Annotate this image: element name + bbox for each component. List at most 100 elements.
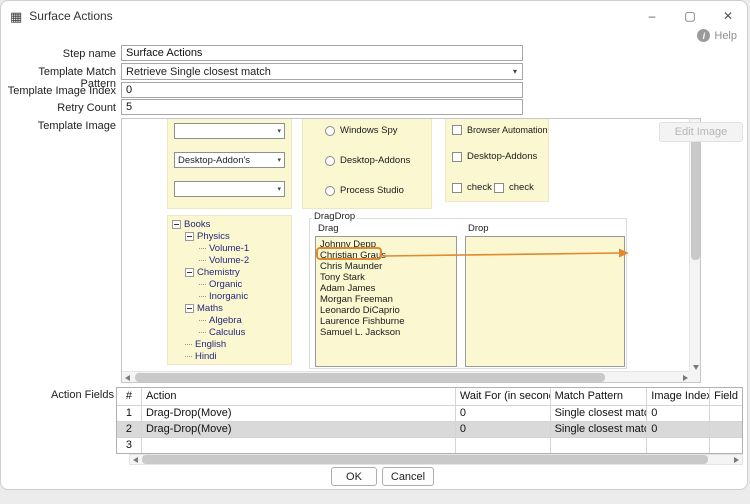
table-horizontal-scrollbar[interactable] [129,454,743,465]
template-image-preview[interactable]: ▾ Desktop-Addon's ▾ ▾ Windows Spy Deskto… [121,118,701,383]
check-browser-automation[interactable]: Browser Automation [452,125,548,135]
horizontal-scroll-thumb[interactable] [135,373,605,382]
close-icon[interactable]: ✕ [709,1,747,31]
drag-list-item[interactable]: Chris Maunder [316,261,456,272]
table-row[interactable]: 1 Drag-Drop(Move) 0 Single closest match… [117,405,742,421]
action-fields-table: # Action Wait For (in seconds) Match Pat… [116,387,743,454]
retry-count-input[interactable] [121,99,523,115]
checkbox-icon [452,125,462,135]
tree-collapse-icon[interactable] [185,232,194,241]
radio-process-studio[interactable]: Process Studio [325,185,404,196]
row-num: 3 [117,438,142,453]
minimize-icon[interactable]: – [633,1,671,31]
checkbox-icon [452,152,462,162]
cell-action[interactable]: Drag-Drop(Move) [142,406,456,421]
drop-target-area[interactable] [465,236,625,367]
tree-node-books[interactable]: Books [169,218,290,230]
chevron-down-icon: ▾ [277,185,281,193]
row-num: 2 [117,422,142,437]
preview-horizontal-scrollbar[interactable] [122,371,691,382]
tree-collapse-icon[interactable] [185,268,194,277]
vertical-scroll-thumb[interactable] [691,132,700,260]
cell-wait[interactable]: 0 [456,422,551,437]
action-fields-label: Action Fields [1,389,114,401]
tree-node-organic[interactable]: Organic [169,278,290,290]
cell-info[interactable] [710,438,742,453]
scroll-right-icon[interactable] [731,454,742,465]
drag-list-item[interactable]: Samuel L. Jackson [316,327,456,338]
cell-index[interactable]: 0 [647,406,710,421]
match-pattern-select[interactable]: Retrieve Single closest match ▾ [121,63,523,80]
horizontal-scroll-thumb[interactable] [142,455,708,464]
col-header-index: Image Index [647,388,710,405]
check-desktop-addons[interactable]: Desktop-Addons [452,151,537,162]
app-icon: ▦ [10,10,22,23]
preview-combo-1[interactable]: ▾ [174,123,285,139]
tree-node-calculus[interactable]: Calculus [169,326,290,338]
ok-button[interactable]: OK [331,467,377,486]
image-index-input[interactable] [121,82,523,98]
scrollbar-corner [689,371,700,382]
maximize-icon[interactable]: ▢ [671,1,709,31]
preview-combo-3[interactable]: ▾ [174,181,285,197]
table-row-selected[interactable]: 2 Drag-Drop(Move) 0 Single closest match… [117,421,742,437]
checkbox-icon [494,183,504,193]
tree-leaf-dash [185,356,192,357]
tree-node-english[interactable]: English [169,338,290,350]
check-2[interactable]: check [494,182,534,193]
drag-list-item[interactable]: Morgan Freeman [316,294,456,305]
cancel-button[interactable]: Cancel [382,467,434,486]
window-title: Surface Actions [29,9,112,23]
dragdrop-group-label: DragDrop [312,211,357,222]
tree-node-maths[interactable]: Maths [169,302,290,314]
cell-index[interactable] [647,438,710,453]
help-link[interactable]: i Help [697,29,737,42]
tree-node-hindi[interactable]: Hindi [169,350,290,362]
cell-action[interactable]: Drag-Drop(Move) [142,422,456,437]
drag-list-item[interactable]: Leonardo DiCaprio [316,305,456,316]
preview-combo-2[interactable]: Desktop-Addon's ▾ [174,152,285,168]
tree-leaf-dash [199,320,206,321]
step-name-input[interactable] [121,45,523,61]
check-1[interactable]: check [452,182,492,193]
drag-list-item[interactable]: Laurence Fishburne [316,316,456,327]
cell-info[interactable] [710,422,742,437]
scroll-left-icon[interactable] [130,454,141,465]
cell-action[interactable] [142,438,456,453]
tree-node-algebra[interactable]: Algebra [169,314,290,326]
template-image-label: Template Image [1,120,116,132]
radio-label: Desktop-Addons [340,155,410,166]
surface-actions-dialog: ▦ Surface Actions – ▢ ✕ i Help Step name… [0,0,748,490]
radio-desktop-addons[interactable]: Desktop-Addons [325,155,410,166]
drag-list-item[interactable]: Tony Stark [316,272,456,283]
col-header-wait: Wait For (in seconds) [456,388,551,405]
drag-list-item[interactable]: Adam James [316,283,456,294]
title-bar: ▦ Surface Actions – ▢ ✕ [1,1,747,31]
table-row[interactable]: 3 [117,437,742,453]
tree-collapse-icon[interactable] [185,304,194,313]
tree-node-volume-2[interactable]: Volume-2 [169,254,290,266]
checkbox-label: Browser Automation [467,125,548,135]
tree-node-physics[interactable]: Physics [169,230,290,242]
tree-node-inorganic[interactable]: Inorganic [169,290,290,302]
chevron-down-icon: ▾ [513,67,517,76]
edit-image-button[interactable]: Edit Image [659,122,743,142]
cell-wait[interactable] [456,438,551,453]
cell-index[interactable]: 0 [647,422,710,437]
cell-pattern[interactable] [551,438,648,453]
page: { "window": { "title": "Surface Actions"… [0,0,750,504]
combo-2-value: Desktop-Addon's [178,155,250,166]
tree-collapse-icon[interactable] [172,220,181,229]
cell-pattern[interactable]: Single closest match [551,406,648,421]
cell-info[interactable] [710,406,742,421]
tree-leaf-dash [185,344,192,345]
cell-pattern[interactable]: Single closest match [551,422,648,437]
tree-node-volume-1[interactable]: Volume-1 [169,242,290,254]
scroll-left-icon[interactable] [122,372,133,383]
radio-windows-spy[interactable]: Windows Spy [325,125,398,136]
tree-node-chemistry[interactable]: Chemistry [169,266,290,278]
tree-leaf-dash [199,284,206,285]
cell-wait[interactable]: 0 [456,406,551,421]
image-index-label: Template Image Index [1,85,116,97]
preview-vertical-scrollbar[interactable] [689,119,700,373]
